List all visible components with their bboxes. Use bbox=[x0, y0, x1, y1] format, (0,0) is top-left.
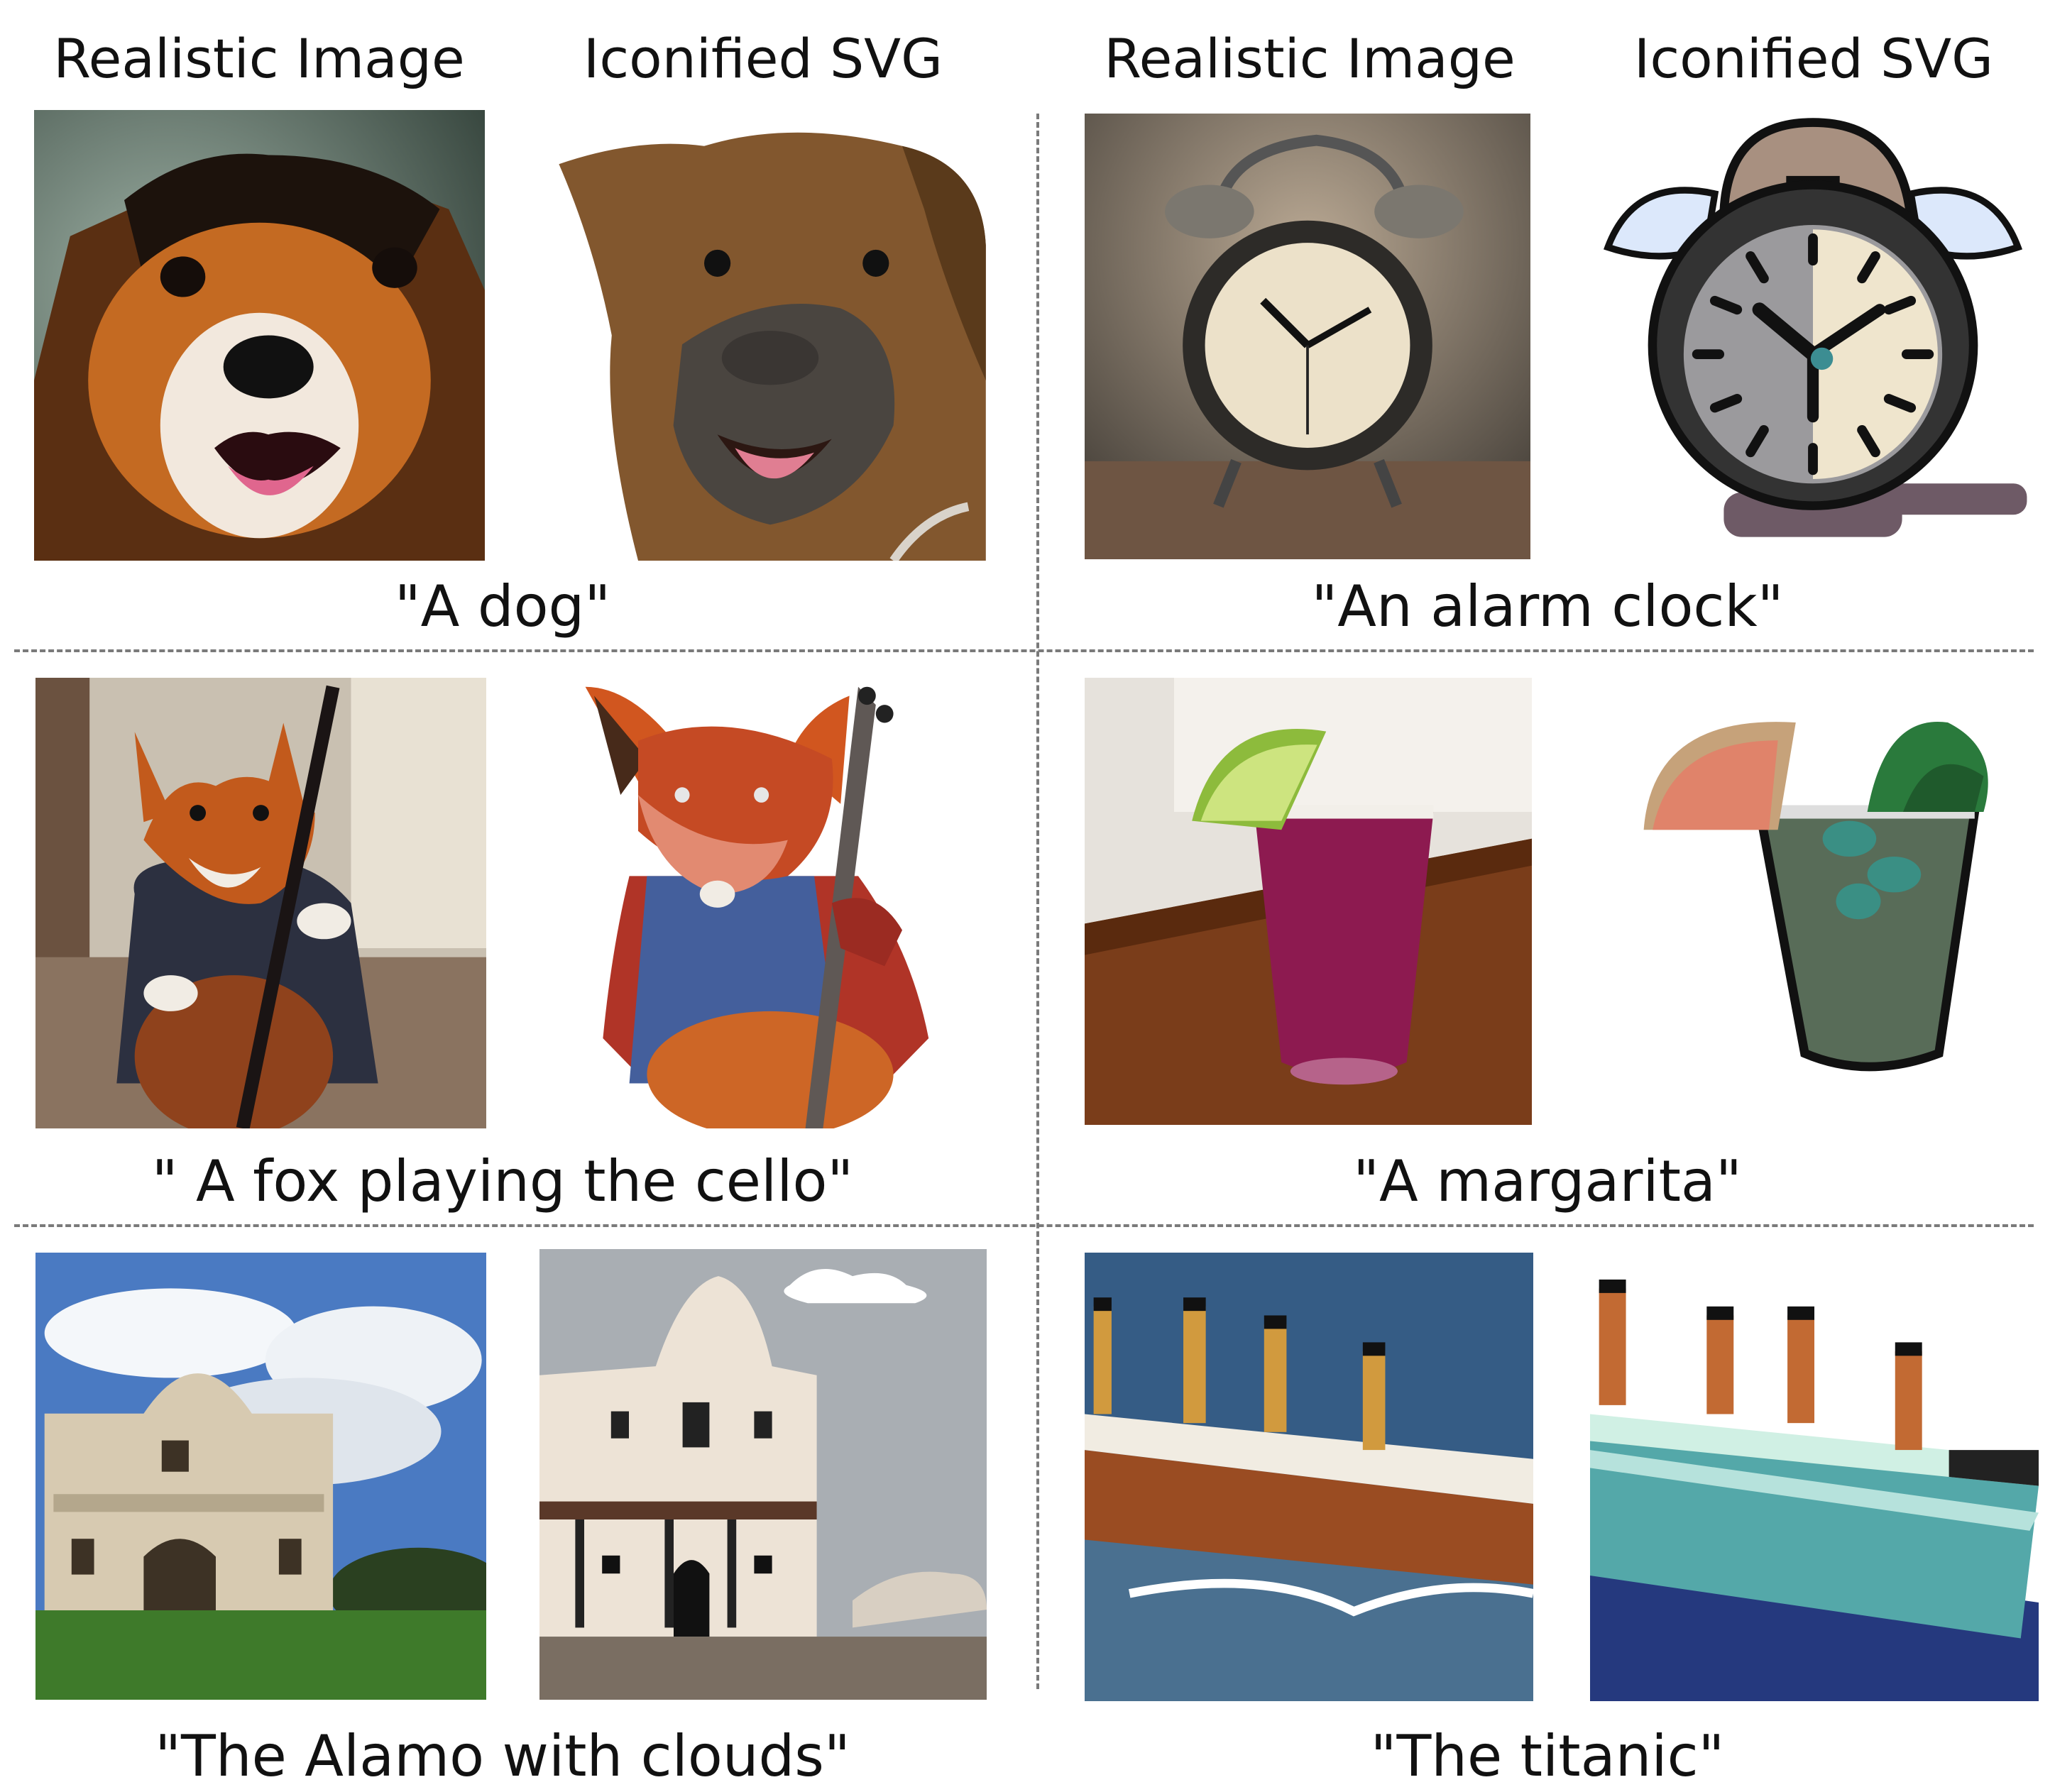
caption-fox-cello: " A fox playing the cello" bbox=[151, 1148, 854, 1214]
caption-alarm-clock: "An alarm clock" bbox=[1311, 573, 1784, 639]
alamo-realistic-image bbox=[35, 1253, 486, 1700]
margarita-iconified-svg bbox=[1590, 678, 2037, 1125]
caption-dog: "A dog" bbox=[394, 573, 611, 639]
horizontal-divider-1 bbox=[14, 649, 2034, 652]
header-iconified-left: Iconified SVG bbox=[583, 27, 943, 90]
clock-realistic-image bbox=[1085, 114, 1530, 559]
caption-alamo: "The Alamo with clouds" bbox=[155, 1723, 850, 1789]
fox-iconified-svg bbox=[550, 678, 990, 1128]
dog-realistic-image bbox=[34, 110, 485, 561]
horizontal-divider-2 bbox=[14, 1224, 2034, 1227]
clock-iconified-svg bbox=[1590, 114, 2036, 559]
header-realistic-left: Realistic Image bbox=[53, 27, 465, 90]
caption-margarita: "A margarita" bbox=[1353, 1148, 1742, 1214]
header-iconified-right: Iconified SVG bbox=[1633, 27, 1994, 90]
dog-iconified-svg bbox=[550, 110, 990, 561]
vertical-divider bbox=[1036, 114, 1039, 1689]
caption-titanic: "The titanic" bbox=[1370, 1723, 1725, 1789]
titanic-iconified-svg bbox=[1590, 1253, 2039, 1701]
header-realistic-right: Realistic Image bbox=[1104, 27, 1516, 90]
titanic-realistic-image bbox=[1085, 1253, 1533, 1701]
margarita-realistic-image bbox=[1085, 678, 1532, 1125]
fox-realistic-image bbox=[35, 678, 486, 1128]
alamo-iconified-svg bbox=[539, 1249, 987, 1700]
